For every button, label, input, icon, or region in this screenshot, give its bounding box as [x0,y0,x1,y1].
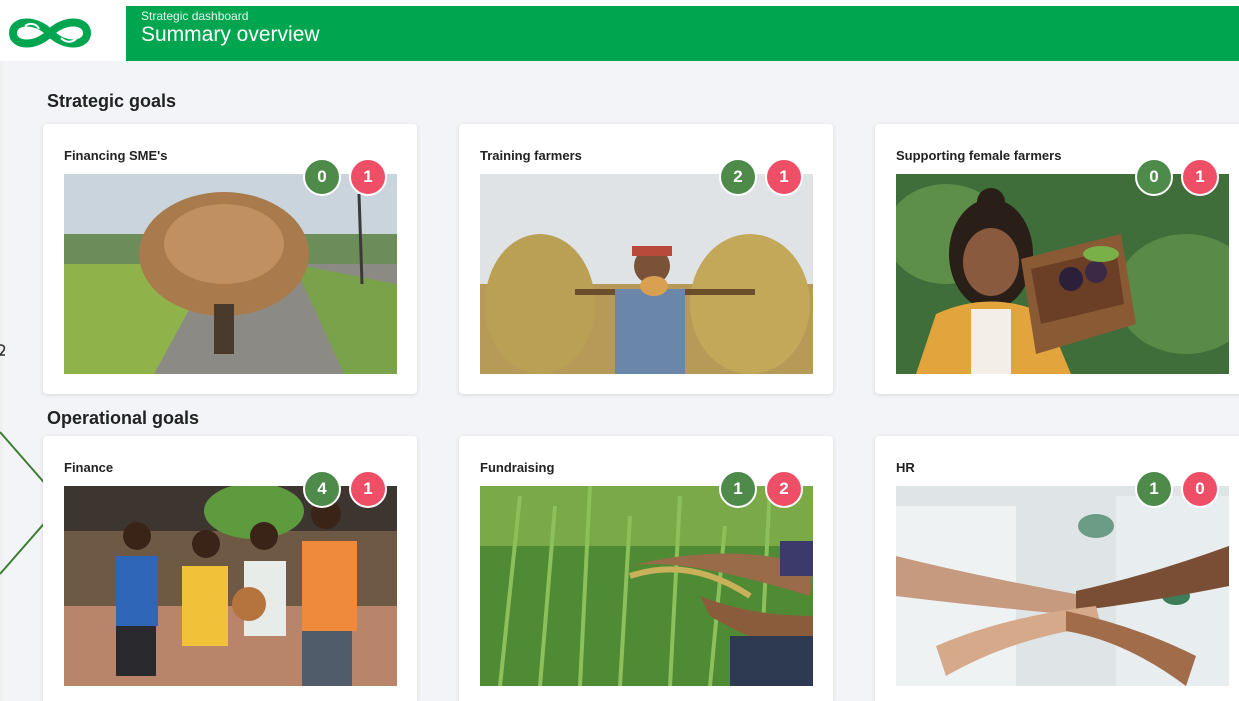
goal-card-finance[interactable]: Finance 4 1 [43,436,417,701]
bicycle-baskets-photo [64,174,397,374]
goal-card-supporting-female-farmers[interactable]: Supporting female farmers 0 1 [875,124,1239,394]
goal-card-financing-smes[interactable]: Financing SME's 0 1 [43,124,417,394]
green-count-badge[interactable]: 2 [719,158,757,196]
woman-vegetable-crate-photo [896,174,1229,374]
title-bar: Strategic dashboard Summary overview [126,6,1239,61]
farmers-rice-bundles-photo [480,174,813,374]
goal-card-training-farmers[interactable]: Training farmers 2 1 [459,124,833,394]
green-count-badge[interactable]: 0 [1135,158,1173,196]
app-header: Strategic dashboard Summary overview [0,6,1239,61]
page-title: Summary overview [141,23,320,46]
green-count-badge[interactable]: 4 [303,470,341,508]
red-count-badge[interactable]: 1 [349,158,387,196]
strategic-goals-heading: Strategic goals [47,91,177,111]
card-title: HR [896,460,915,475]
edge-glyph-icon [0,344,6,356]
red-count-badge[interactable]: 0 [1181,470,1219,508]
red-count-badge[interactable]: 1 [765,158,803,196]
card-title: Finance [64,460,114,475]
red-count-badge[interactable]: 2 [765,470,803,508]
infinity-leaf-logo-icon [8,18,92,48]
card-title: Fundraising [480,460,555,475]
hand-rice-stalks-photo [480,486,813,686]
header-subtitle: Strategic dashboard [141,9,249,23]
card-title: Training farmers [480,148,582,163]
card-title: Supporting female farmers [896,148,1062,163]
operational-goals-heading: Operational goals [47,408,200,428]
green-count-badge[interactable]: 1 [1135,470,1173,508]
stacked-hands-photo [896,486,1229,686]
card-title: Financing SME's [64,148,168,163]
red-count-badge[interactable]: 1 [1181,158,1219,196]
red-count-badge[interactable]: 1 [349,470,387,508]
logo[interactable] [0,6,126,61]
goal-card-fundraising[interactable]: Fundraising 1 2 [459,436,833,701]
green-count-badge[interactable]: 1 [719,470,757,508]
goal-card-hr[interactable]: HR 1 0 [875,436,1239,701]
green-count-badge[interactable]: 0 [303,158,341,196]
children-football-photo [64,486,397,686]
